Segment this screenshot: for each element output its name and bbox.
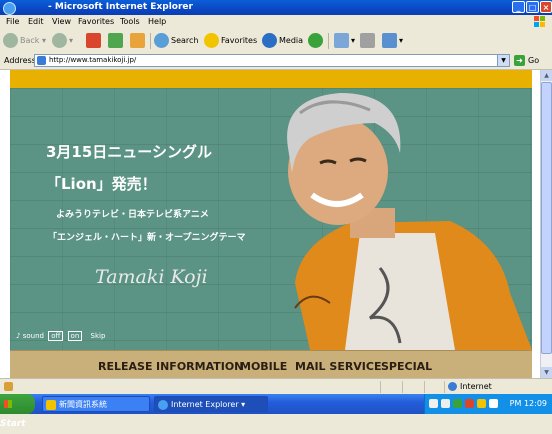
page-icon xyxy=(37,56,46,65)
media-icon xyxy=(262,33,277,48)
address-url: http://www.tamakikoji.jp/ xyxy=(49,56,137,64)
menu-tools[interactable]: Tools xyxy=(120,17,140,26)
scroll-down-icon[interactable]: ▼ xyxy=(541,367,552,378)
print-button[interactable] xyxy=(360,32,377,50)
security-zone: Internet xyxy=(448,382,492,391)
menu-favorites[interactable]: Favorites xyxy=(78,17,114,26)
forward-button[interactable]: ▾ xyxy=(52,32,73,50)
site-nav: RELEASE INFORMATION MOBILE MAIL SERVICE … xyxy=(10,350,532,379)
minimize-button[interactable]: _ xyxy=(512,1,525,13)
globe-icon xyxy=(448,382,457,391)
close-button[interactable]: × xyxy=(540,1,552,13)
nav-mobile[interactable]: MOBILE xyxy=(240,360,287,373)
scroll-up-icon[interactable]: ▲ xyxy=(541,70,552,81)
back-button[interactable]: Back ▾ xyxy=(3,32,46,50)
clock: PM 12:09 xyxy=(509,399,547,408)
sound-on-button[interactable]: on xyxy=(67,331,83,341)
artist-signature: Tamaki Koji xyxy=(95,266,208,288)
nav-special[interactable]: SPECIAL xyxy=(381,360,432,373)
print-icon xyxy=(360,33,375,48)
menu-view[interactable]: View xyxy=(52,17,71,26)
ie-logo-icon xyxy=(3,2,16,15)
go-arrow-icon: ➜ xyxy=(514,55,525,66)
tray-antivirus-icon[interactable] xyxy=(465,399,474,408)
sub-opening-theme: 「エンジェル・ハート」新・オープニングテーマ xyxy=(48,233,246,243)
menu-file[interactable]: File xyxy=(6,17,19,26)
history-button[interactable] xyxy=(308,32,325,50)
vertical-scrollbar[interactable]: ▲ ▼ xyxy=(540,70,552,378)
home-icon xyxy=(130,33,145,48)
folder-icon xyxy=(46,399,56,410)
tray-network-icon[interactable] xyxy=(453,399,462,408)
history-icon xyxy=(308,33,323,48)
refresh-button[interactable] xyxy=(108,32,125,50)
sub-anime-network: よみうりテレビ・日本テレビ系アニメ xyxy=(56,210,209,220)
skip-link[interactable]: Skip xyxy=(91,332,106,340)
headline-release-date: 3月15日ニューシングル xyxy=(46,143,213,161)
favorites-button[interactable]: Favorites xyxy=(204,32,257,50)
start-button[interactable]: Start xyxy=(0,394,35,429)
go-button[interactable]: ➜ Go xyxy=(514,54,539,67)
menu-help[interactable]: Help xyxy=(148,17,166,26)
tray-shield-icon[interactable] xyxy=(477,399,486,408)
tray-volume-icon[interactable] xyxy=(489,399,498,408)
task-internet-explorer[interactable]: Internet Explorer ▾ xyxy=(154,396,268,412)
headline-single-title: 「Lion」発売！ xyxy=(46,175,157,193)
sound-controls: ♪ sound off on Skip xyxy=(16,331,105,341)
nav-release[interactable]: RELEASE xyxy=(98,360,152,373)
mail-icon xyxy=(334,33,349,48)
menu-bar: File Edit View Favorites Tools Help xyxy=(0,15,552,30)
system-tray: PM 12:09 xyxy=(424,394,552,414)
nav-information[interactable]: INFORMATION xyxy=(156,360,243,373)
page-status-icon xyxy=(4,382,13,391)
task-news-system[interactable]: 新聞資訊系統 xyxy=(42,396,150,412)
toolbar: Back ▾ ▾ Search Favorites Media ▾ ▾ xyxy=(0,29,552,54)
maximize-button[interactable]: □ xyxy=(526,1,539,13)
status-bar: Internet xyxy=(0,378,552,395)
edit-icon xyxy=(382,33,397,48)
tray-panda-icon[interactable] xyxy=(441,399,450,408)
home-button[interactable] xyxy=(130,32,147,50)
hero-banner[interactable]: 3月15日ニューシングル 「Lion」発売！ よみうりテレビ・日本テレビ系アニメ… xyxy=(10,88,532,350)
media-button[interactable]: Media xyxy=(262,32,303,50)
stop-button[interactable] xyxy=(86,32,103,50)
star-icon xyxy=(204,33,219,48)
address-dropdown-icon[interactable]: ▼ xyxy=(497,55,509,66)
edit-button[interactable]: ▾ xyxy=(382,32,403,50)
site-top-bar xyxy=(10,70,532,88)
tray-language-icon[interactable] xyxy=(429,399,438,408)
refresh-icon xyxy=(108,33,123,48)
sound-off-button[interactable]: off xyxy=(48,331,64,341)
nav-mail-service[interactable]: MAIL SERVICE xyxy=(295,360,382,373)
windows-flag-icon xyxy=(534,16,546,28)
ie-icon xyxy=(158,399,168,410)
mail-button[interactable]: ▾ xyxy=(334,32,355,50)
stop-icon xyxy=(86,33,101,48)
address-bar: Address http://www.tamakikoji.jp/ ▼ ➜ Go xyxy=(0,53,552,70)
address-label: Address xyxy=(4,56,36,65)
sound-label: sound xyxy=(22,332,44,340)
back-arrow-icon xyxy=(3,33,18,48)
taskbar: Start 新聞資訊系統 Internet Explorer ▾ PM 12:0… xyxy=(0,394,552,429)
address-input[interactable]: http://www.tamakikoji.jp/ ▼ xyxy=(34,54,510,67)
search-button[interactable]: Search xyxy=(154,32,198,50)
title-bar: - Microsoft Internet Explorer _ □ × xyxy=(0,0,552,15)
windows-flag-icon xyxy=(4,399,12,408)
window-title: - Microsoft Internet Explorer xyxy=(48,2,193,12)
forward-arrow-icon xyxy=(52,33,67,48)
sound-icon: ♪ xyxy=(16,332,21,340)
artist-photo xyxy=(287,93,532,350)
search-icon xyxy=(154,33,169,48)
menu-edit[interactable]: Edit xyxy=(28,17,44,26)
scroll-thumb[interactable] xyxy=(541,82,552,354)
